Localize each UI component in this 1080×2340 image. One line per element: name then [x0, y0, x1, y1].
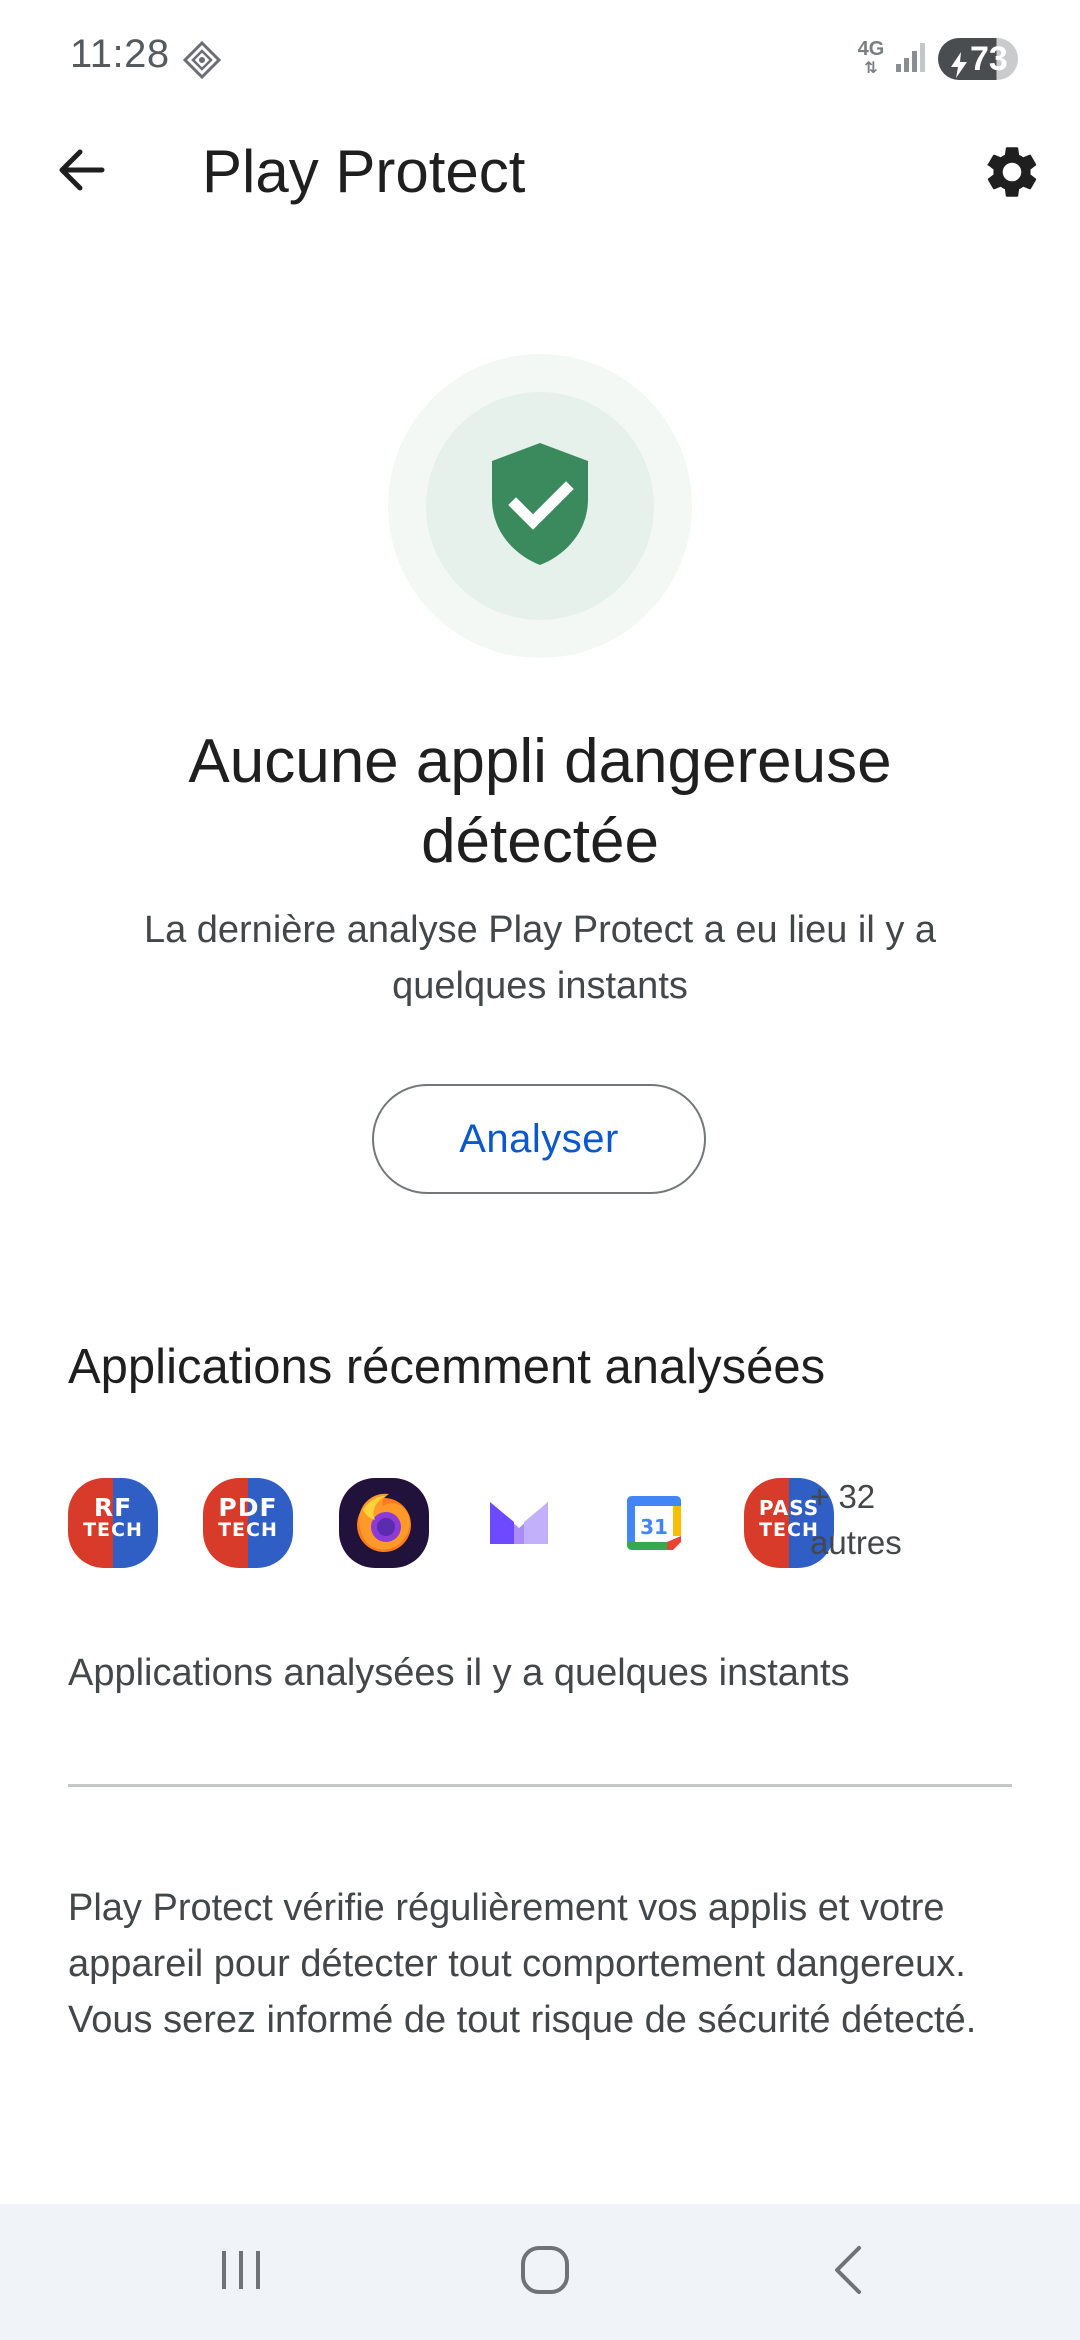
status-bar: 11:28 4G ⇅ 73 [0, 0, 1080, 118]
home-icon [519, 2244, 571, 2301]
pdf-tech-app-icon: PDF TECH [203, 1478, 293, 1568]
shield-check-icon [488, 441, 592, 572]
app-bar: Play Protect [0, 118, 1080, 226]
home-button[interactable] [500, 2232, 590, 2312]
recents-icon [216, 2247, 266, 2298]
more-apps-count: + 32 autres [810, 1478, 902, 1561]
apps-scanned-time: Applications analysées il y a quelques i… [68, 1652, 850, 1694]
battery-level: 73 [970, 40, 1008, 78]
charging-bolt-icon [950, 46, 968, 78]
system-navigation-bar [0, 2204, 1080, 2340]
divider [68, 1784, 1012, 1787]
firefox-app-icon [339, 1478, 429, 1568]
battery-indicator: 73 [938, 38, 1018, 80]
scan-button[interactable]: Analyser [372, 1084, 706, 1194]
proton-mail-app-icon [474, 1478, 564, 1568]
nav-back-icon [827, 2244, 867, 2301]
rf-tech-app-icon: RF TECH [68, 1478, 158, 1568]
svg-text:31: 31 [640, 1515, 668, 1539]
page-title: Play Protect [202, 138, 526, 205]
location-diamond-icon [182, 40, 222, 80]
recent-apps-title: Applications récemment analysées [68, 1340, 826, 1394]
play-protect-info-text: Play Protect vérifie régulièrement vos a… [68, 1887, 977, 2041]
settings-button[interactable] [970, 132, 1054, 216]
gear-icon [981, 141, 1043, 208]
last-scan-text: La dernière analyse Play Protect a eu li… [143, 909, 937, 1007]
shield-status-badge [388, 354, 692, 658]
signal-bars-icon [894, 40, 928, 74]
google-calendar-app-icon: 31 [609, 1478, 699, 1568]
nav-back-button[interactable] [802, 2232, 892, 2312]
status-time: 11:28 [70, 32, 170, 76]
back-button[interactable] [40, 132, 120, 212]
recents-button[interactable] [196, 2232, 286, 2312]
arrow-back-icon [54, 144, 106, 201]
status-headline: Aucune appli dangereuse détectée [188, 727, 892, 876]
network-type-indicator: 4G ⇅ [857, 38, 885, 77]
